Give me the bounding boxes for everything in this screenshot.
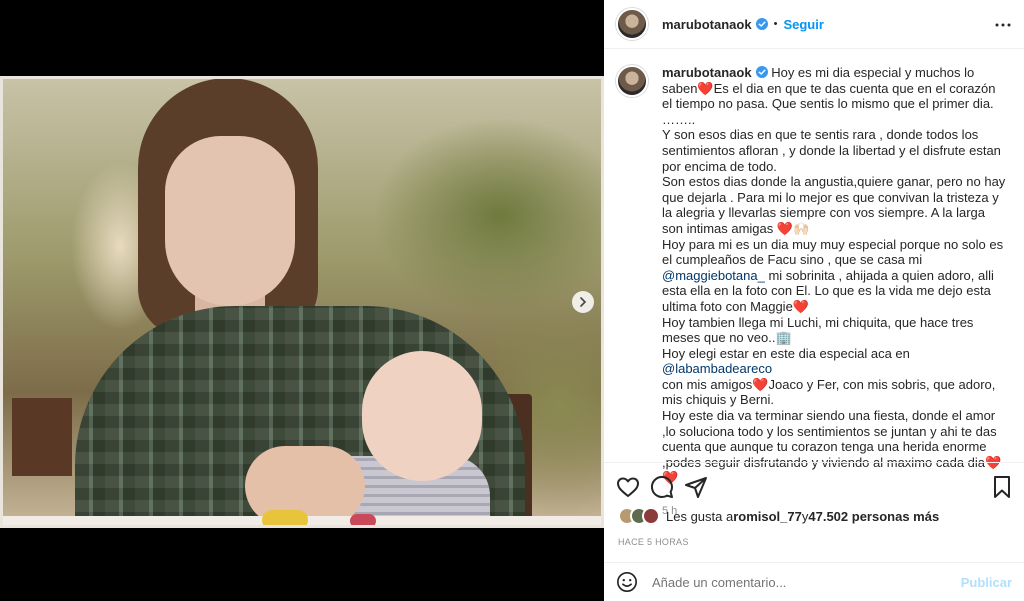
likes-summary: Les gusta a romisol_77 y 47.502 personas… — [618, 507, 939, 525]
publish-button[interactable]: Publicar — [961, 575, 1012, 590]
comment-icon — [650, 475, 673, 498]
photo-baby-head — [362, 351, 482, 481]
paper-plane-icon — [685, 477, 707, 498]
like-button[interactable] — [616, 475, 640, 499]
caption-mention[interactable]: @maggiebotana_ — [662, 268, 765, 283]
photo-woman-face — [165, 136, 295, 306]
comment-bar: Publicar — [604, 562, 1024, 601]
post-photo[interactable] — [0, 76, 604, 528]
more-options-icon[interactable] — [994, 16, 1012, 34]
liker-avatar — [642, 507, 660, 525]
verified-badge-icon — [755, 18, 768, 30]
follow-button[interactable]: Seguir — [783, 17, 823, 32]
caption-text: marubotanaok Hoy es mi dia especial y mu… — [662, 65, 1008, 486]
verified-badge-icon — [755, 66, 768, 78]
post-side-panel: marubotanaok • Seguir marubotanaok Hoy e… — [604, 0, 1024, 601]
post-header: marubotanaok • Seguir — [604, 0, 1024, 49]
share-button[interactable] — [684, 475, 708, 499]
caption-body: marubotanaok Hoy es mi dia especial y mu… — [662, 65, 1008, 517]
comment-input[interactable] — [652, 574, 961, 590]
caption-segment: Hoy es mi dia especial y muchos lo saben… — [662, 65, 1006, 268]
likes-prefix: Les gusta a — [666, 508, 734, 524]
photo-toy — [262, 510, 308, 528]
heart-icon — [617, 477, 639, 497]
likes-count-link[interactable]: 47.502 personas más — [808, 509, 939, 524]
media-viewer — [0, 0, 604, 601]
author-avatar[interactable] — [616, 8, 648, 40]
likes-user-link[interactable]: romisol_77 — [733, 509, 802, 524]
author-username[interactable]: marubotanaok — [662, 17, 752, 32]
liker-avatars[interactable] — [618, 507, 660, 525]
emoji-icon[interactable] — [616, 571, 638, 593]
save-button[interactable] — [990, 475, 1014, 499]
caption-mention[interactable]: @labambadeareco — [662, 361, 772, 376]
post-timestamp[interactable]: HACE 5 HORAS — [618, 537, 689, 547]
comment-button[interactable] — [650, 475, 674, 499]
caption-author-avatar[interactable] — [616, 65, 648, 97]
photo-toy-small — [350, 514, 376, 528]
chevron-right-icon — [580, 297, 587, 307]
photo-background-chair — [12, 398, 72, 476]
bookmark-icon — [994, 476, 1010, 498]
next-image-button[interactable] — [572, 291, 594, 313]
caption-username[interactable]: marubotanaok — [662, 65, 752, 80]
action-bar — [604, 462, 1024, 508]
caption-section: marubotanaok Hoy es mi dia especial y mu… — [604, 49, 1024, 517]
separator-dot: • — [773, 18, 778, 30]
caption-content: Hoy es mi dia especial y muchos lo saben… — [662, 65, 1009, 485]
